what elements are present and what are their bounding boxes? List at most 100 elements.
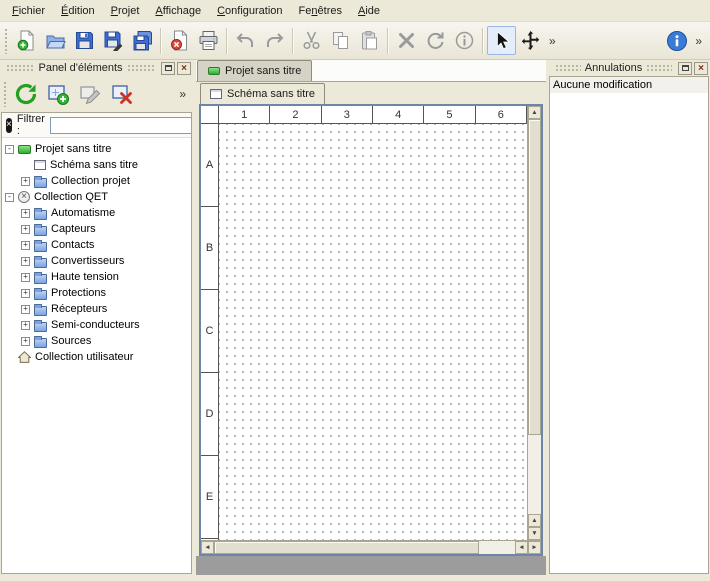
horizontal-scroll-thumb[interactable] <box>214 541 479 554</box>
new-document-button[interactable] <box>12 26 41 55</box>
vertical-scroll-thumb[interactable] <box>528 119 541 435</box>
expander-icon[interactable]: + <box>21 305 30 314</box>
tree-item-contacts[interactable]: + Contacts <box>2 237 191 253</box>
scroll-up-button[interactable] <box>528 514 541 527</box>
titlebar-grip <box>127 64 155 72</box>
horizontal-scroll-track[interactable] <box>214 541 515 554</box>
tree-item-recepteurs[interactable]: + Récepteurs <box>2 301 191 317</box>
toolbar-handle[interactable] <box>4 28 9 54</box>
rotate-button[interactable] <box>421 26 450 55</box>
expander-icon[interactable]: + <box>21 257 30 266</box>
toolbar-separator <box>387 28 389 54</box>
undo-empty-state: Aucune modification <box>550 77 708 93</box>
vertical-scroll-track[interactable] <box>528 119 541 514</box>
expander-icon[interactable]: + <box>21 177 30 186</box>
tree-item-collection-projet[interactable]: + Collection projet <box>2 173 191 189</box>
expander-icon[interactable]: + <box>21 241 30 250</box>
select-tool-button[interactable] <box>487 26 516 55</box>
undo-history-list[interactable]: Aucune modification <box>549 76 709 574</box>
scroll-up-button[interactable] <box>528 106 541 119</box>
menu-projet[interactable]: Projet <box>103 2 148 20</box>
tree-item-collection-utilisateur[interactable]: Collection utilisateur <box>2 349 191 365</box>
delete-element-button[interactable] <box>107 79 137 109</box>
expander-icon[interactable]: - <box>5 145 14 154</box>
float-panel-button[interactable] <box>161 62 175 75</box>
diagram-canvas[interactable] <box>219 124 527 540</box>
tab-projet-sans-titre[interactable]: Projet sans titre <box>197 60 312 81</box>
schema-icon <box>34 160 46 170</box>
vertical-scrollbar[interactable] <box>527 106 541 540</box>
print-button[interactable] <box>194 26 223 55</box>
menu-edition[interactable]: Édition <box>53 2 103 20</box>
tree-item-schema[interactable]: Schéma sans titre <box>2 157 191 173</box>
panel-toolbar-overflow-chevron[interactable]: » <box>179 87 190 101</box>
expander-icon[interactable]: + <box>21 273 30 282</box>
tree-item-haute-tension[interactable]: + Haute tension <box>2 269 191 285</box>
pointer-icon <box>491 30 512 51</box>
copy-button[interactable] <box>326 26 355 55</box>
tree-item-automatisme[interactable]: + Automatisme <box>2 205 191 221</box>
tree-item-label: Convertisseurs <box>51 255 124 267</box>
reload-collections-button[interactable] <box>11 79 41 109</box>
edit-element-button[interactable] <box>75 79 105 109</box>
close-panel-button[interactable]: × <box>177 62 191 75</box>
folder-icon <box>34 274 47 284</box>
clear-filter-icon[interactable] <box>6 118 12 133</box>
tree-item-sources[interactable]: + Sources <box>2 333 191 349</box>
elements-panel-titlebar[interactable]: Panel d'éléments × <box>0 60 193 76</box>
expander-icon[interactable]: + <box>21 289 30 298</box>
menu-fenetres[interactable]: Fenêtres <box>291 2 350 20</box>
move-tool-button[interactable] <box>516 26 545 55</box>
tab-schema-sans-titre[interactable]: Schéma sans titre <box>200 83 325 104</box>
expander-icon[interactable]: + <box>21 321 30 330</box>
tree-item-semi-conducteurs[interactable]: + Semi-conducteurs <box>2 317 191 333</box>
tree-item-convertisseurs[interactable]: + Convertisseurs <box>2 253 191 269</box>
undo-button[interactable] <box>231 26 260 55</box>
toolbar-handle[interactable] <box>3 81 8 107</box>
new-element-button[interactable] <box>43 79 73 109</box>
paste-button[interactable] <box>355 26 384 55</box>
close-panel-button[interactable]: × <box>694 62 708 75</box>
element-info-button[interactable] <box>450 26 479 55</box>
expander-icon[interactable]: - <box>5 193 14 202</box>
tree-item-label: Collection projet <box>51 175 130 187</box>
save-as-button[interactable] <box>99 26 128 55</box>
menu-fichier[interactable]: Fichier <box>4 2 53 20</box>
folder-icon <box>34 306 47 316</box>
save-button[interactable] <box>70 26 99 55</box>
tree-item-protections[interactable]: + Protections <box>2 285 191 301</box>
scroll-left-button[interactable] <box>515 541 528 554</box>
tree-item-capteurs[interactable]: + Capteurs <box>2 221 191 237</box>
expander-icon[interactable]: + <box>21 209 30 218</box>
undo-panel-titlebar[interactable]: Annulations × <box>549 60 710 76</box>
scroll-right-button[interactable] <box>528 541 541 554</box>
toolbar-overflow-chevron-right[interactable]: » <box>691 34 706 48</box>
edit-element-icon <box>78 82 102 106</box>
delete-element-icon <box>110 82 134 106</box>
diagram-row-headers: A B C D E <box>201 124 219 540</box>
tree-item-collection-qet[interactable]: - Collection QET <box>2 189 191 205</box>
folder-icon <box>34 258 47 268</box>
expander-icon[interactable]: + <box>21 337 30 346</box>
save-all-button[interactable] <box>128 26 157 55</box>
redo-button[interactable] <box>260 26 289 55</box>
tree-item-label: Sources <box>51 335 91 347</box>
expander-icon[interactable]: + <box>21 225 30 234</box>
delete-button[interactable] <box>392 26 421 55</box>
folder-icon <box>34 338 47 348</box>
scroll-down-button[interactable] <box>528 527 541 540</box>
cut-button[interactable] <box>297 26 326 55</box>
horizontal-scrollbar[interactable] <box>201 540 541 554</box>
menu-configuration[interactable]: Configuration <box>209 2 290 20</box>
tree-item-project[interactable]: - Projet sans titre <box>2 141 191 157</box>
filter-input[interactable] <box>50 117 192 134</box>
scroll-left-button[interactable] <box>201 541 214 554</box>
toolbar-overflow-chevron[interactable]: » <box>545 34 560 48</box>
folder-icon <box>34 242 47 252</box>
close-file-button[interactable] <box>165 26 194 55</box>
menu-affichage[interactable]: Affichage <box>147 2 209 20</box>
menu-aide[interactable]: Aide <box>350 2 388 20</box>
about-qet-button[interactable] <box>662 26 691 55</box>
open-project-button[interactable] <box>41 26 70 55</box>
float-panel-button[interactable] <box>678 62 692 75</box>
